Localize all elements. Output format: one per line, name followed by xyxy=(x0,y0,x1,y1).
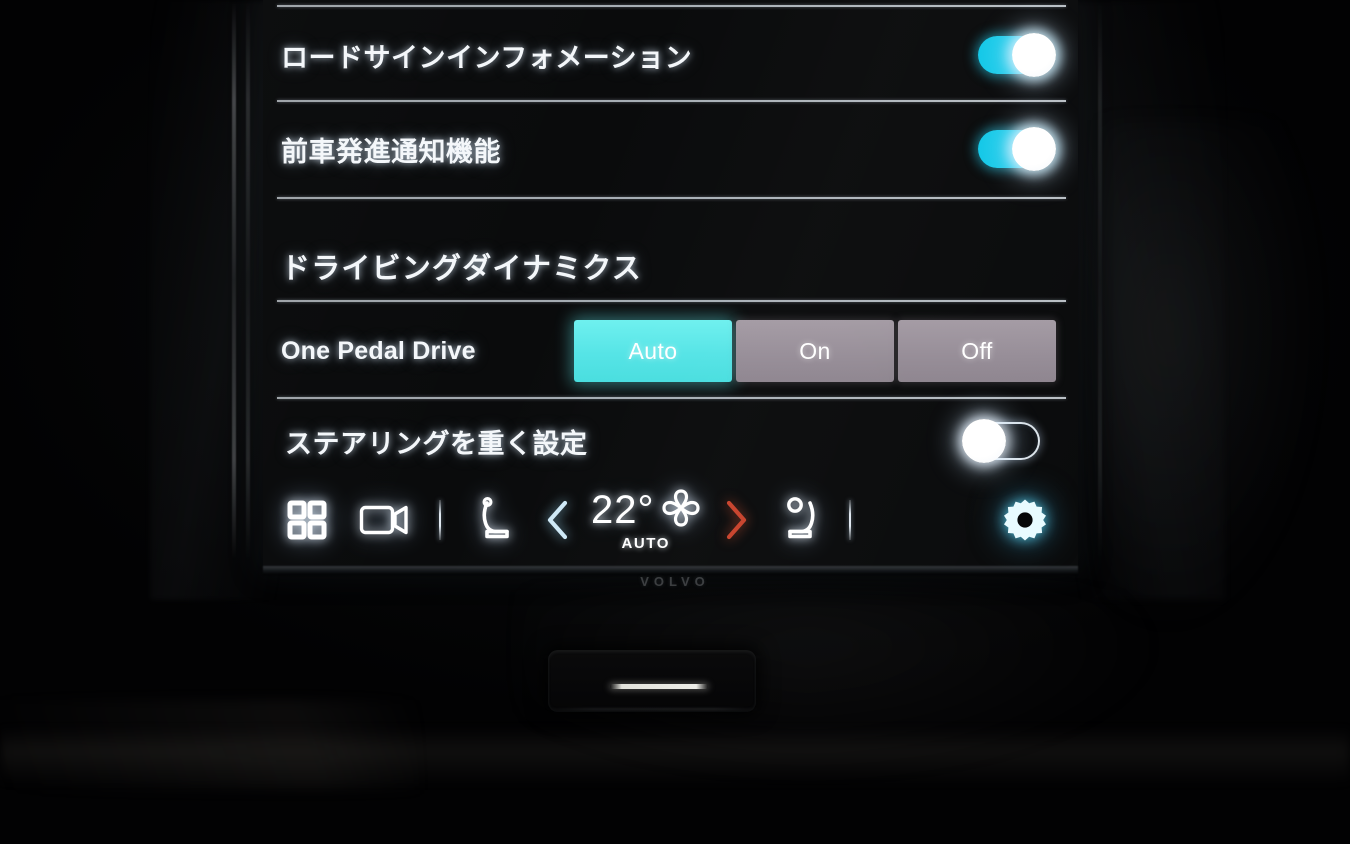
toggle-forward-vehicle-start[interactable] xyxy=(978,127,1056,171)
brand-wordmark: VOLVO xyxy=(640,574,710,589)
auto-label: AUTO xyxy=(621,534,671,552)
center-display-screen[interactable]: ロードサインインフォメーション 前車発進通知機能 ドライビングダイナミクス On… xyxy=(263,0,1078,570)
temperature-value: 22° xyxy=(591,488,655,532)
climate-bar: 22° AUTO xyxy=(263,484,1078,556)
console-tray-outline-bottom xyxy=(545,708,761,710)
apps-grid-icon[interactable] xyxy=(287,500,327,540)
divider-after-heading xyxy=(277,300,1066,302)
dashboard-right-glow xyxy=(1100,120,1330,640)
segment-off[interactable]: Off xyxy=(898,320,1056,382)
car-interior-photo: ロードサインインフォメーション 前車発進通知機能 ドライビングダイナミクス On… xyxy=(0,0,1350,844)
console-tray-reflection xyxy=(610,684,708,689)
toggle-heavier-steering[interactable] xyxy=(962,419,1040,463)
console-lower-left-highlight xyxy=(0,700,420,790)
chevron-left-icon[interactable] xyxy=(541,498,575,542)
toggle-knob xyxy=(962,419,1006,463)
section-heading-label: ドライビングダイナミクス xyxy=(281,253,642,285)
row-label-heavier-steering: ステアリングを重く設定 xyxy=(285,428,588,459)
separator-left xyxy=(439,500,441,540)
settings-row-forward-vehicle-start[interactable]: 前車発進通知機能 xyxy=(263,118,1078,180)
settings-row-one-pedal-drive: One Pedal Drive Auto On Off xyxy=(263,317,1078,385)
separator-right xyxy=(848,500,851,540)
chevron-right-icon[interactable] xyxy=(719,498,753,542)
divider-top xyxy=(277,5,1066,7)
row-label-road-sign-information: ロードサインインフォメーション xyxy=(281,42,693,73)
toggle-road-sign-information[interactable] xyxy=(978,33,1056,77)
divider-after-one-pedal-drive xyxy=(277,397,1066,399)
dashboard-left-highlight xyxy=(150,0,280,600)
segment-on[interactable]: On xyxy=(736,320,894,382)
divider-after-road-sign xyxy=(277,100,1066,102)
section-heading-driving-dynamics: ドライビングダイナミクス xyxy=(263,236,1078,296)
divider-after-forward-vehicle xyxy=(277,197,1066,199)
bezel-ridge-left-outer xyxy=(232,0,236,560)
toggle-knob xyxy=(1012,127,1056,171)
bezel-ridge-left-inner xyxy=(246,0,250,560)
fan-icon[interactable] xyxy=(661,488,701,532)
settings-row-road-sign-information[interactable]: ロードサインインフォメーション xyxy=(263,24,1078,86)
gear-icon[interactable] xyxy=(1002,497,1048,543)
row-label-forward-vehicle-start: 前車発進通知機能 xyxy=(281,136,501,167)
settings-row-heavier-steering[interactable]: ステアリングを重く設定 xyxy=(263,410,1078,472)
bezel-ridge-right xyxy=(1098,0,1102,560)
console-tray xyxy=(548,650,756,712)
segment-auto[interactable]: Auto xyxy=(574,320,732,382)
temperature-display[interactable]: 22° AUTO xyxy=(591,488,701,552)
row-label-one-pedal-drive: One Pedal Drive xyxy=(281,336,476,365)
settings-list: ロードサインインフォメーション 前車発進通知機能 ドライビングダイナミクス On… xyxy=(263,0,1078,484)
driver-seat-icon[interactable] xyxy=(473,497,513,543)
camera-icon[interactable] xyxy=(359,502,409,538)
console-rim-highlight xyxy=(0,726,1350,786)
temperature-row: 22° xyxy=(591,488,701,532)
passenger-seat-icon[interactable] xyxy=(779,497,825,543)
segmented-control-one-pedal-drive[interactable]: Auto On Off xyxy=(574,320,1056,382)
toggle-knob xyxy=(1012,33,1056,77)
